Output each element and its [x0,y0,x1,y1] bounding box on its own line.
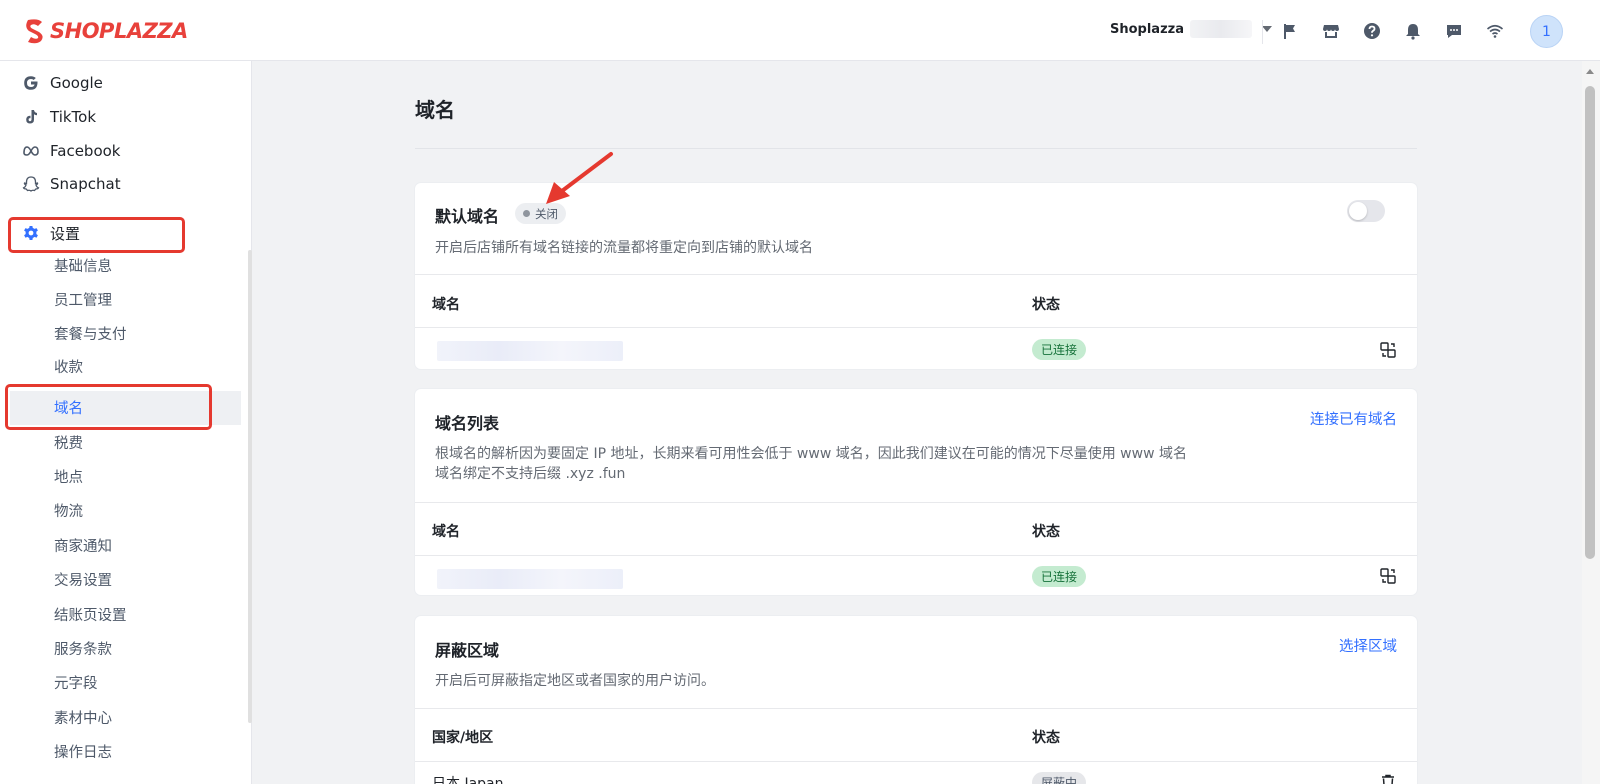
sidebar-subitem-locations[interactable]: 地点 [54,464,83,488]
blocked-badge: 屏蔽中 [1032,772,1087,784]
google-icon [24,76,38,90]
toggle-knob [1349,202,1367,220]
sidebar-subitem-payments[interactable]: 收款 [54,354,83,378]
sidebar-item-facebook[interactable]: Facebook [22,138,120,164]
connected-badge: 已连接 [1032,566,1087,587]
region-name: 日本 Japan [432,776,504,784]
sidebar-subitem-shipping[interactable]: 物流 [54,498,83,522]
domain-list-description: 根域名的解析因为要固定 IP 地址，长期来看可用性会低于 www 域名，因此我们… [435,446,1187,462]
default-domain-description: 开启后店铺所有域名链接的流量都将重定向到店铺的默认域名 [435,240,813,256]
sidebar-item-google[interactable]: Google [22,70,103,96]
column-header-status: 状态 [1032,297,1060,313]
switch-domain-icon[interactable] [1379,567,1397,585]
connected-badge: 已连接 [1032,339,1087,360]
chevron-down-icon [1262,26,1272,32]
sidebar-item-label: Snapchat [50,175,121,193]
divider [415,274,1417,275]
sidebar-item-settings[interactable]: 设置 [22,220,80,246]
domain-name-redacted [437,341,623,361]
gear-icon [24,226,38,240]
sidebar-subitem-notifications[interactable]: 商家通知 [54,533,112,557]
tiktok-icon [26,110,37,124]
sidebar-item-label: 设置 [50,224,81,243]
top-bar: SHOPLAZZA Shoplazza 1 [0,0,1600,61]
main-scrollbar-thumb[interactable] [1585,86,1595,559]
blocked-regions-description: 开启后可屏蔽指定地区或者国家的用户访问。 [435,673,715,689]
header-icons [1278,19,1507,43]
sidebar-subitem-staff[interactable]: 员工管理 [54,287,112,311]
flag-icon[interactable] [1278,19,1302,43]
status-dot [523,210,530,217]
domain-list-card: 域名列表 连接已有域名 根域名的解析因为要固定 IP 地址，长期来看可用性会低于… [415,389,1417,595]
sidebar-scrollbar[interactable] [248,250,252,723]
store-selector[interactable]: Shoplazza [1110,20,1272,38]
sidebar-subitem-taxes[interactable]: 税费 [54,430,83,454]
column-header-domain: 域名 [432,524,460,540]
annotation-arrow [546,152,613,204]
sidebar-subitem-metafields[interactable]: 元字段 [54,670,98,694]
sidebar-active-background [10,391,241,425]
sidebar-subitem-transactions[interactable]: 交易设置 [54,567,112,591]
switch-domain-icon[interactable] [1379,341,1397,359]
domain-list-title: 域名列表 [435,414,500,433]
sidebar-subitem-terms[interactable]: 服务条款 [54,636,112,660]
divider [415,708,1417,709]
store-name: Shoplazza [1110,21,1184,37]
bell-icon[interactable] [1401,19,1425,43]
delete-icon[interactable] [1379,773,1397,784]
blocked-regions-title: 屏蔽区域 [435,641,500,660]
default-domain-toggle[interactable] [1347,200,1385,222]
sidebar-item-snapchat[interactable]: Snapchat [22,171,121,197]
sidebar-item-label: TikTok [50,108,97,126]
default-domain-card: 默认域名 关闭 开启后店铺所有域名链接的流量都将重定向到店铺的默认域名 域名 状… [415,183,1417,369]
select-regions-link[interactable]: 选择区域 [1339,635,1397,656]
divider [415,502,1417,503]
sidebar-item-tiktok[interactable]: TikTok [22,104,96,130]
sidebar-item-label: Google [50,74,103,92]
sidebar-item-label: Facebook [50,142,121,160]
avatar[interactable]: 1 [1530,15,1563,48]
blocked-regions-card: 屏蔽区域 选择区域 开启后可屏蔽指定地区或者国家的用户访问。 国家/地区 状态 … [415,616,1417,784]
column-header-status: 状态 [1032,730,1060,746]
sidebar-subitem-files[interactable]: 素材中心 [54,705,112,729]
connect-existing-domain-link[interactable]: 连接已有域名 [1310,408,1397,429]
sidebar-subitem-plan-payment[interactable]: 套餐与支付 [54,321,127,345]
scroll-up-arrow-icon[interactable] [1586,69,1594,74]
brand-name: SHOPLAZZA [50,19,188,43]
column-header-domain: 域名 [432,297,460,313]
default-domain-title: 默认域名 [435,207,500,226]
domain-name-redacted [437,569,623,589]
header-divider [1262,20,1263,44]
sidebar-subitem-domains[interactable]: 域名 [54,395,83,419]
help-icon[interactable] [1360,19,1384,43]
sidebar-subitem-checkout[interactable]: 结账页设置 [54,602,127,626]
divider [415,327,1417,328]
shoplazza-logo-icon [26,19,43,44]
wifi-icon[interactable] [1483,19,1507,43]
store-name-redacted [1190,20,1252,38]
divider [415,555,1417,556]
sidebar-subitem-activity-log[interactable]: 操作日志 [54,739,112,763]
meta-icon [23,146,39,156]
title-divider [415,148,1417,149]
sidebar-subitem-basic-info[interactable]: 基础信息 [54,253,112,277]
column-header-status: 状态 [1032,524,1060,540]
store-icon[interactable] [1319,19,1343,43]
domain-list-suffix-note: 域名绑定不支持后缀 .xyz .fun [435,466,626,482]
divider [415,761,1417,762]
page-title: 域名 [415,98,455,122]
shoplazza-logo[interactable]: SHOPLAZZA [24,18,188,44]
column-header-region: 国家/地区 [432,730,494,746]
message-icon[interactable] [1442,19,1466,43]
snapchat-icon [22,176,40,192]
